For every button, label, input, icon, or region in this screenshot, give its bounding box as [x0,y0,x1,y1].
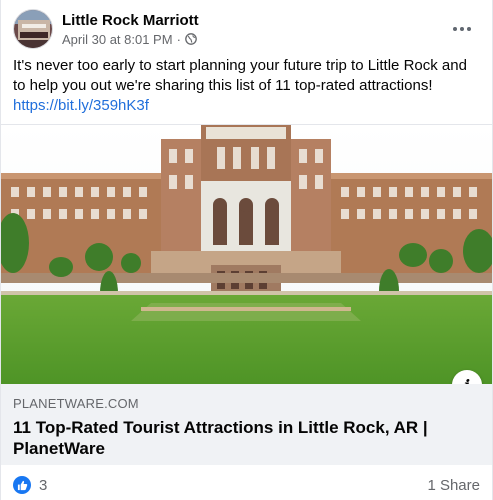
header-text: Little Rock Marriott April 30 at 8:01 PM… [62,11,199,48]
link-preview-info[interactable]: PLANETWARE.COM 11 Top-Rated Tourist Attr… [1,384,492,465]
post-link[interactable]: https://bit.ly/359hK3f [13,96,482,116]
timestamp[interactable]: April 30 at 8:01 PM [62,31,173,48]
post-footer: 3 1 Share [13,472,480,498]
link-preview-card[interactable]: i PLANETWARE.COM 11 Top-Rated Tourist At… [1,124,492,465]
post-message: It's never too early to start planning y… [13,57,467,94]
avatar[interactable] [13,9,53,49]
facebook-post: Little Rock Marriott April 30 at 8:01 PM… [0,0,493,500]
post-meta: April 30 at 8:01 PM · [62,31,199,48]
more-options-button[interactable] [444,11,480,47]
meta-separator: · [176,31,181,47]
link-preview-image[interactable] [1,124,492,384]
globe-icon[interactable] [185,33,197,45]
post-header: Little Rock Marriott April 30 at 8:01 PM… [13,7,480,51]
reaction-count[interactable]: 3 [39,477,47,494]
link-domain: PLANETWARE.COM [13,396,139,411]
like-icon[interactable] [13,476,31,494]
share-count[interactable]: 1 Share [427,477,480,494]
post-body: It's never too early to start planning y… [13,56,482,116]
page-name[interactable]: Little Rock Marriott [62,11,199,30]
link-title[interactable]: 11 Top-Rated Tourist Attractions in Litt… [13,417,480,459]
